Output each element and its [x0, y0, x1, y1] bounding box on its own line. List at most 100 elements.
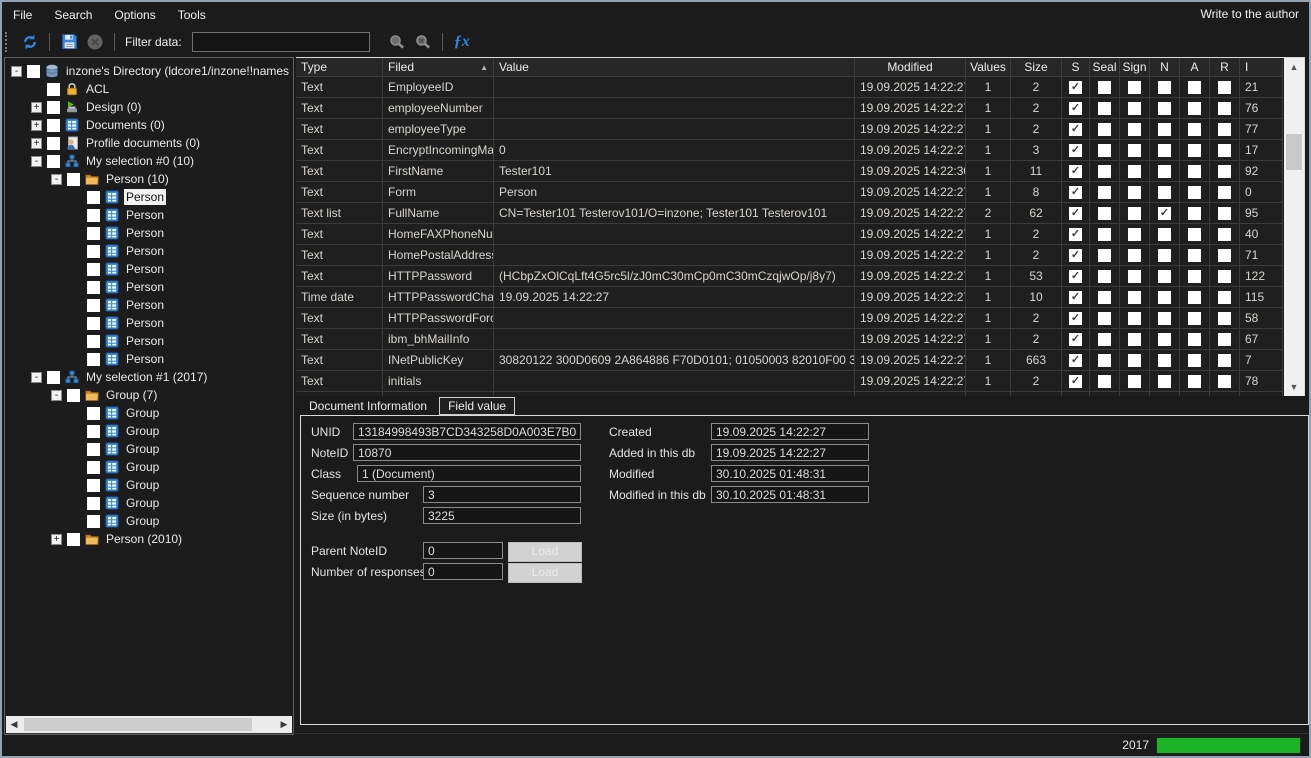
menu-search[interactable]: Search — [43, 3, 103, 27]
column-header-filed[interactable]: Filed▲ — [383, 58, 494, 77]
checkbox[interactable] — [1069, 165, 1082, 178]
checkbox[interactable] — [1218, 186, 1231, 199]
checkbox[interactable] — [1158, 165, 1171, 178]
scroll-down-icon[interactable]: ▼ — [1284, 378, 1304, 396]
checkbox[interactable] — [1158, 354, 1171, 367]
checkbox[interactable] — [1188, 102, 1201, 115]
tree-item[interactable]: Group — [5, 512, 293, 530]
tree-checkbox[interactable] — [47, 119, 60, 132]
tree-item[interactable]: ACL — [5, 80, 293, 98]
checkbox[interactable] — [1188, 228, 1201, 241]
checkbox[interactable] — [1188, 375, 1201, 388]
checkbox[interactable] — [1188, 207, 1201, 220]
checkbox[interactable] — [1188, 123, 1201, 136]
checkbox[interactable] — [1188, 270, 1201, 283]
tab-field-value[interactable]: Field value — [439, 397, 515, 415]
tree-checkbox[interactable] — [67, 533, 80, 546]
tab-document-information[interactable]: Document Information — [300, 397, 436, 415]
size-in-bytes-field[interactable] — [423, 507, 581, 524]
column-header-seal[interactable]: Seal — [1090, 58, 1120, 77]
checkbox[interactable] — [1098, 102, 1111, 115]
table-row[interactable]: TextHTTPPassword(HCbpZxOlCqLft4G5rc5l/zJ… — [296, 266, 1284, 287]
checkbox[interactable] — [1128, 186, 1141, 199]
collapse-icon[interactable]: - — [31, 372, 42, 383]
tree-item[interactable]: Person — [5, 314, 293, 332]
checkbox[interactable] — [1218, 270, 1231, 283]
collapse-icon[interactable]: - — [11, 66, 22, 77]
checkbox[interactable] — [1158, 102, 1171, 115]
checkbox[interactable] — [1188, 333, 1201, 346]
checkbox[interactable] — [1098, 81, 1111, 94]
checkbox[interactable] — [1128, 396, 1141, 397]
checkbox[interactable] — [1069, 375, 1082, 388]
checkbox[interactable] — [1188, 291, 1201, 304]
checkbox[interactable] — [1188, 186, 1201, 199]
tree-checkbox[interactable] — [67, 173, 80, 186]
checkbox[interactable] — [1218, 228, 1231, 241]
checkbox[interactable] — [1188, 144, 1201, 157]
table-row[interactable]: Time dateHTTPPasswordChan...19.09.2025 1… — [296, 287, 1284, 308]
table-row[interactable]: TextINetPublicKey30820122 300D0609 2A864… — [296, 350, 1284, 371]
search-icon[interactable] — [386, 31, 408, 53]
column-header-r[interactable]: R — [1210, 58, 1240, 77]
tree-item[interactable]: -Person (10) — [5, 170, 293, 188]
class-field[interactable] — [357, 465, 581, 482]
load-responses-button[interactable]: Load — [508, 563, 582, 583]
tree-item[interactable]: Group — [5, 404, 293, 422]
checkbox[interactable] — [1218, 396, 1231, 397]
checkbox[interactable] — [1098, 144, 1111, 157]
tree-checkbox[interactable] — [87, 281, 100, 294]
checkbox[interactable] — [1128, 312, 1141, 325]
checkbox[interactable] — [1069, 249, 1082, 262]
tree-checkbox[interactable] — [87, 245, 100, 258]
checkbox[interactable] — [1158, 270, 1171, 283]
tree-checkbox[interactable] — [47, 371, 60, 384]
collapse-icon[interactable]: - — [31, 156, 42, 167]
tree-checkbox[interactable] — [87, 263, 100, 276]
tree-checkbox[interactable] — [27, 65, 40, 78]
checkbox[interactable] — [1218, 144, 1231, 157]
checkbox[interactable] — [1128, 291, 1141, 304]
checkbox[interactable] — [1218, 123, 1231, 136]
checkbox[interactable] — [1218, 249, 1231, 262]
tree-item[interactable]: Person — [5, 350, 293, 368]
disabled-circle-icon[interactable] — [84, 31, 106, 53]
checkbox[interactable] — [1128, 333, 1141, 346]
tree-item[interactable]: Group — [5, 458, 293, 476]
checkbox[interactable] — [1069, 312, 1082, 325]
column-header-type[interactable]: Type — [296, 58, 383, 77]
checkbox[interactable] — [1128, 165, 1141, 178]
expand-icon[interactable]: + — [31, 138, 42, 149]
noteid-field[interactable] — [353, 444, 581, 461]
scroll-left-icon[interactable]: ◀ — [6, 716, 22, 733]
tree-item[interactable]: Person — [5, 188, 293, 206]
tree-item[interactable]: Person — [5, 296, 293, 314]
tree-checkbox[interactable] — [67, 389, 80, 402]
checkbox[interactable] — [1069, 270, 1082, 283]
added-in-db-field[interactable] — [711, 444, 869, 461]
checkbox[interactable] — [1098, 333, 1111, 346]
tree-checkbox[interactable] — [47, 155, 60, 168]
checkbox[interactable] — [1128, 249, 1141, 262]
filter-input[interactable] — [192, 32, 370, 52]
tree-item[interactable]: -Group (7) — [5, 386, 293, 404]
scroll-right-icon[interactable]: ▶ — [276, 716, 292, 733]
checkbox[interactable] — [1158, 123, 1171, 136]
tree-checkbox[interactable] — [87, 497, 100, 510]
table-row[interactable]: Textibm_bhMailInfo19.09.2025 14:22:27126… — [296, 329, 1284, 350]
checkbox[interactable] — [1218, 354, 1231, 367]
checkbox[interactable] — [1158, 81, 1171, 94]
tree-checkbox[interactable] — [87, 479, 100, 492]
checkbox[interactable] — [1069, 354, 1082, 367]
checkbox[interactable] — [1158, 375, 1171, 388]
tree-item[interactable]: Group — [5, 494, 293, 512]
column-header-values[interactable]: Values — [966, 58, 1011, 77]
checkbox[interactable] — [1069, 102, 1082, 115]
checkbox[interactable] — [1188, 312, 1201, 325]
column-header-sign[interactable]: Sign — [1120, 58, 1150, 77]
tree-checkbox[interactable] — [87, 317, 100, 330]
checkbox[interactable] — [1158, 291, 1171, 304]
checkbox[interactable] — [1158, 249, 1171, 262]
table-row[interactable]: Text listFullNameCN=Tester101 Testerov10… — [296, 203, 1284, 224]
tree-checkbox[interactable] — [87, 407, 100, 420]
